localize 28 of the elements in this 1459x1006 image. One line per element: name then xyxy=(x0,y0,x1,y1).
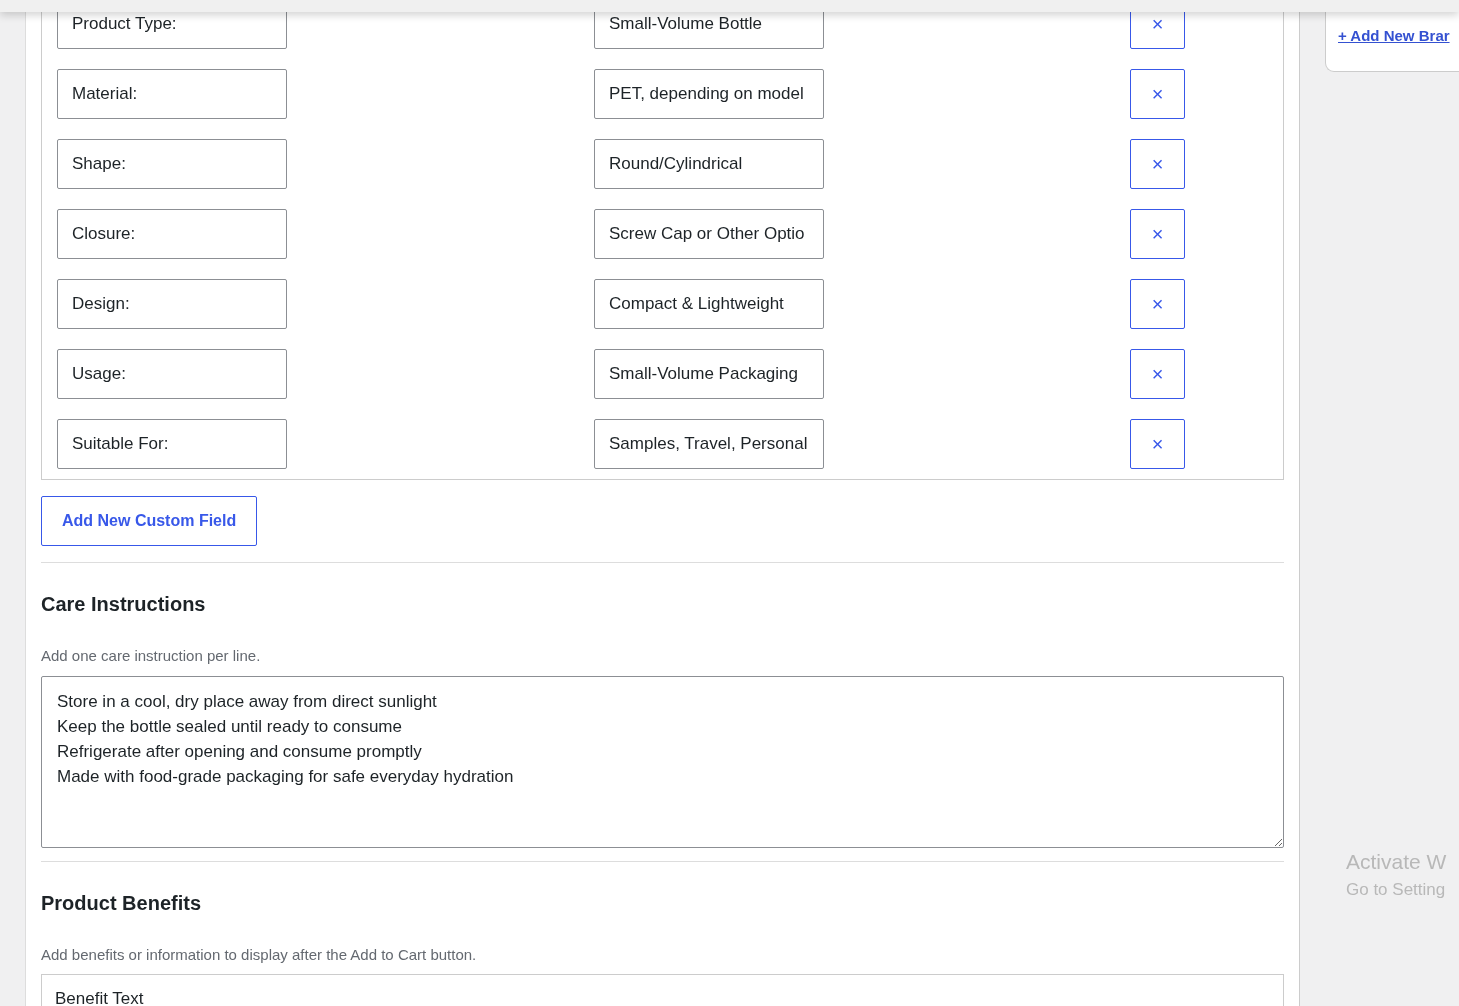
field-value-input[interactable]: Round/Cylindrical xyxy=(594,139,824,189)
field-value-input[interactable]: PET, depending on model xyxy=(594,69,824,119)
remove-field-button[interactable]: × xyxy=(1130,209,1185,259)
field-name-input[interactable]: Suitable For: xyxy=(57,419,287,469)
field-value-input[interactable]: Screw Cap or Other Optio xyxy=(594,209,824,259)
field-name-input[interactable]: Shape: xyxy=(57,139,287,189)
activation-notice-text: Go to Setting xyxy=(1346,879,1447,901)
field-name-input[interactable]: Design: xyxy=(57,279,287,329)
field-value-input[interactable]: Small-Volume Packaging xyxy=(594,349,824,399)
remove-field-button[interactable]: × xyxy=(1130,349,1185,399)
remove-field-button[interactable]: × xyxy=(1130,419,1185,469)
remove-field-button[interactable]: × xyxy=(1130,139,1185,189)
remove-field-button[interactable]: × xyxy=(1130,279,1185,329)
field-name-input[interactable]: Usage: xyxy=(57,349,287,399)
care-instructions-textarea[interactable]: Store in a cool, dry place away from direct sunlight Keep the bottle sealed until ready to consume Refrigerate after opening and consume promptly Made with food-grade packaging for safe everyday hydration xyxy=(41,675,1284,848)
field-value-input[interactable]: Samples, Travel, Personal xyxy=(594,419,824,469)
remove-field-button[interactable]: × xyxy=(1130,69,1185,119)
section-heading: Care Instructions xyxy=(41,592,207,617)
section-hint: Add one care instruction per line. xyxy=(41,646,262,666)
column-header: Benefit Text xyxy=(41,974,1284,1006)
add-custom-field-button[interactable]: Add New Custom Field xyxy=(41,496,258,546)
add-brand-link[interactable]: + Add New Brar xyxy=(1338,27,1450,44)
field-name-input[interactable]: Closure: xyxy=(57,209,287,259)
field-name-input[interactable]: Material: xyxy=(57,69,287,119)
section-heading: Product Benefits xyxy=(41,890,203,916)
section-hint: Add benefits or information to display after the Add to Cart button. xyxy=(41,944,478,965)
field-value-input[interactable]: Compact & Lightweight xyxy=(594,279,824,329)
activation-notice-title: Activate W xyxy=(1346,849,1447,875)
